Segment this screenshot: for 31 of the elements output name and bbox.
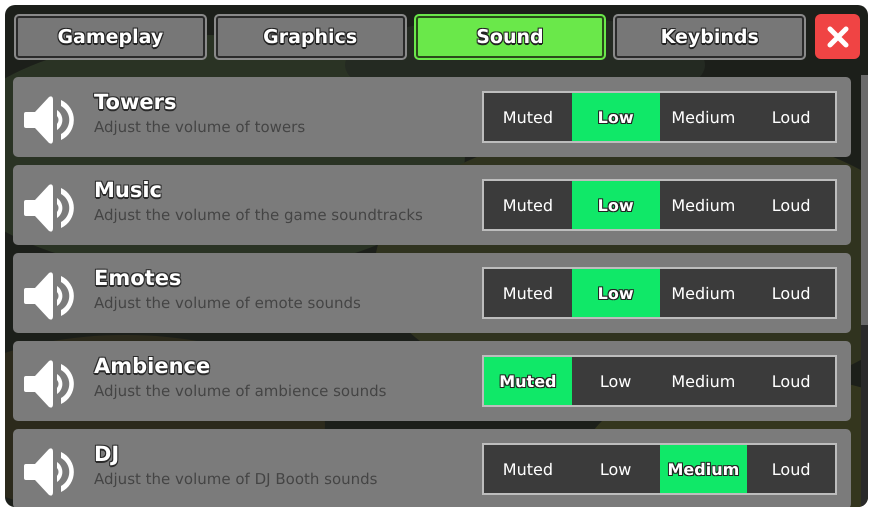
volume-option[interactable]: Muted bbox=[484, 181, 572, 229]
setting-title: Towers bbox=[94, 90, 176, 114]
volume-option[interactable]: Loud bbox=[747, 181, 835, 229]
volume-option[interactable]: Muted bbox=[484, 93, 572, 141]
volume-option[interactable]: Low bbox=[572, 357, 660, 405]
tab[interactable]: Graphics bbox=[214, 15, 406, 59]
setting-description: Adjust the volume of ambience sounds bbox=[94, 382, 386, 400]
volume-option[interactable]: Loud bbox=[747, 357, 835, 405]
setting-title: Ambience bbox=[94, 354, 210, 378]
setting-description: Adjust the volume of DJ Booth sounds bbox=[94, 470, 378, 488]
setting-title: Music bbox=[94, 178, 162, 202]
scrollbar[interactable] bbox=[861, 75, 868, 507]
tab[interactable]: Keybinds bbox=[614, 15, 806, 59]
volume-option[interactable]: Low bbox=[572, 445, 660, 493]
volume-option[interactable]: Muted bbox=[484, 269, 572, 317]
setting-description: Adjust the volume of towers bbox=[94, 118, 306, 136]
volume-option[interactable]: Medium bbox=[660, 357, 748, 405]
volume-option[interactable]: Muted bbox=[484, 445, 572, 493]
setting-title: DJ bbox=[94, 442, 120, 466]
volume-option[interactable]: Medium bbox=[660, 269, 748, 317]
setting-description: Adjust the volume of the game soundtracks bbox=[94, 206, 423, 224]
close-button[interactable] bbox=[815, 14, 860, 59]
volume-option[interactable]: Loud bbox=[747, 269, 835, 317]
volume-option[interactable]: Medium bbox=[660, 181, 748, 229]
volume-option[interactable]: Medium bbox=[660, 93, 748, 141]
close-icon bbox=[826, 26, 849, 48]
tab[interactable]: Gameplay bbox=[15, 15, 206, 59]
volume-option[interactable]: Loud bbox=[747, 93, 835, 141]
setting-title: Emotes bbox=[94, 266, 182, 290]
volume-option[interactable]: Loud bbox=[747, 445, 835, 493]
setting-description: Adjust the volume of emote sounds bbox=[94, 294, 361, 312]
